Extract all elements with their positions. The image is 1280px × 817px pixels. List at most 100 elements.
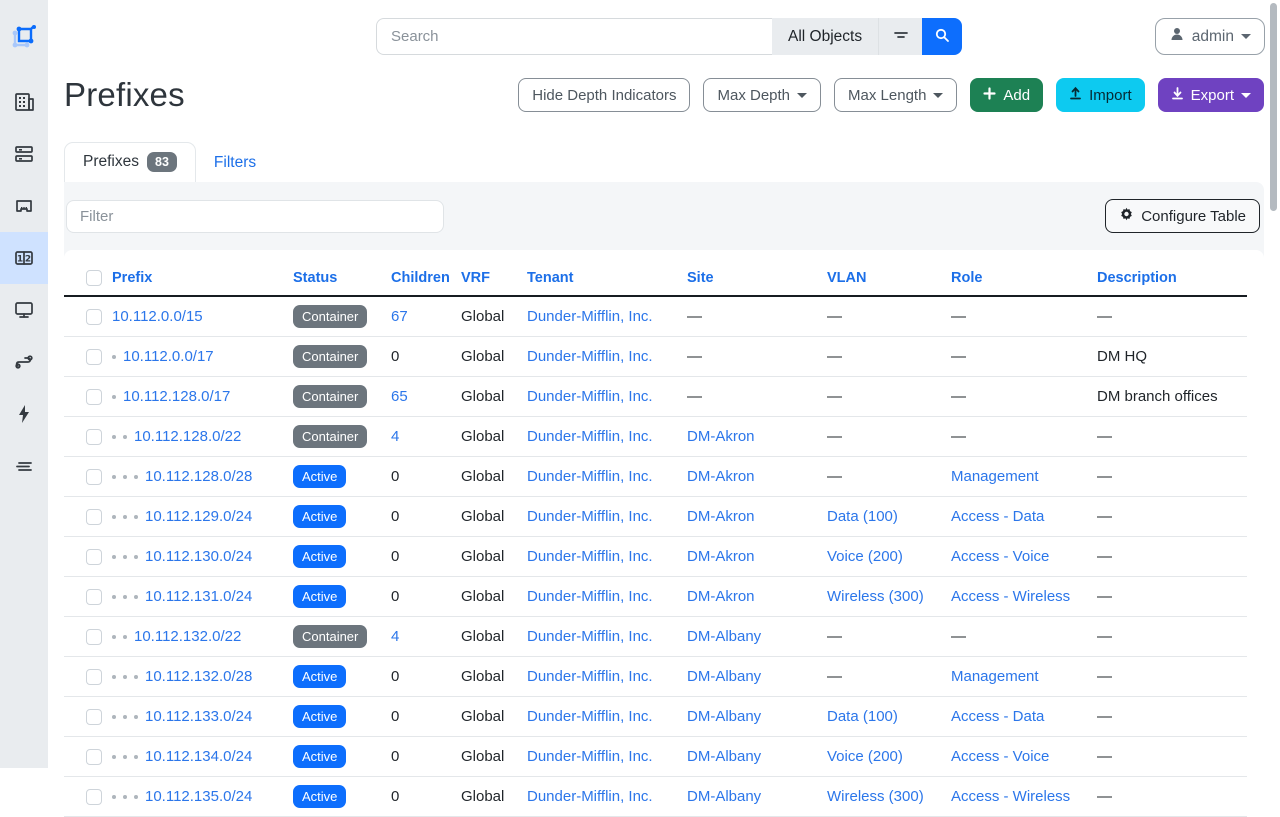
- row-checkbox[interactable]: [86, 349, 102, 365]
- tenant-link[interactable]: Dunder-Mifflin, Inc.: [527, 348, 653, 365]
- user-menu-button[interactable]: admin: [1155, 18, 1265, 55]
- tenant-link[interactable]: Dunder-Mifflin, Inc.: [527, 748, 653, 765]
- tenant-link[interactable]: Dunder-Mifflin, Inc.: [527, 468, 653, 485]
- vlan-cell[interactable]: Data (100): [827, 708, 898, 725]
- import-button[interactable]: Import: [1056, 78, 1145, 112]
- tenant-link[interactable]: Dunder-Mifflin, Inc.: [527, 708, 653, 725]
- column-header-description[interactable]: Description: [1097, 270, 1177, 286]
- prefix-link[interactable]: 10.112.131.0/24: [145, 588, 252, 605]
- vlan-cell[interactable]: Wireless (300): [827, 588, 924, 605]
- column-header-status[interactable]: Status: [293, 270, 337, 286]
- hide-depth-indicators-button[interactable]: Hide Depth Indicators: [518, 78, 690, 112]
- search-submit-button[interactable]: [922, 18, 962, 55]
- tenant-link[interactable]: Dunder-Mifflin, Inc.: [527, 588, 653, 605]
- prefix-link[interactable]: 10.112.128.0/22: [134, 428, 241, 445]
- site-cell[interactable]: DM-Albany: [687, 668, 761, 685]
- site-cell[interactable]: DM-Akron: [687, 508, 755, 525]
- tenant-link[interactable]: Dunder-Mifflin, Inc.: [527, 508, 653, 525]
- role-cell[interactable]: Access - Wireless: [951, 588, 1070, 605]
- sidebar-item-ipam[interactable]: 12: [0, 232, 48, 284]
- prefix-link[interactable]: 10.112.132.0/22: [134, 628, 241, 645]
- children-count-link[interactable]: 67: [391, 308, 408, 325]
- netbox-logo-icon[interactable]: [0, 0, 48, 76]
- site-cell[interactable]: DM-Akron: [687, 468, 755, 485]
- prefix-link[interactable]: 10.112.134.0/24: [145, 748, 252, 765]
- tenant-link[interactable]: Dunder-Mifflin, Inc.: [527, 788, 653, 805]
- configure-table-button[interactable]: Configure Table: [1105, 199, 1260, 233]
- children-count-link[interactable]: 65: [391, 388, 408, 405]
- column-header-tenant[interactable]: Tenant: [527, 270, 573, 286]
- prefix-link[interactable]: 10.112.128.0/28: [145, 468, 252, 485]
- column-header-prefix[interactable]: Prefix: [112, 270, 152, 286]
- max-length-dropdown[interactable]: Max Length: [834, 78, 957, 112]
- site-cell[interactable]: DM-Akron: [687, 548, 755, 565]
- role-cell[interactable]: Access - Wireless: [951, 788, 1070, 805]
- search-filter-button[interactable]: [878, 18, 922, 55]
- sidebar-item-virtualization[interactable]: [0, 284, 48, 336]
- row-checkbox[interactable]: [86, 749, 102, 765]
- site-cell[interactable]: DM-Albany: [687, 628, 761, 645]
- export-dropdown[interactable]: Export: [1158, 78, 1264, 112]
- sidebar-item-connections[interactable]: [0, 180, 48, 232]
- sidebar-item-organization[interactable]: [0, 76, 48, 128]
- row-checkbox[interactable]: [86, 789, 102, 805]
- column-header-vrf[interactable]: VRF: [461, 270, 490, 286]
- sidebar-item-devices[interactable]: [0, 128, 48, 180]
- role-cell[interactable]: Management: [951, 668, 1039, 685]
- column-header-children[interactable]: Children: [391, 270, 450, 286]
- row-checkbox[interactable]: [86, 389, 102, 405]
- prefix-link[interactable]: 10.112.0.0/17: [123, 348, 214, 365]
- table-filter-input[interactable]: [66, 200, 444, 233]
- tenant-link[interactable]: Dunder-Mifflin, Inc.: [527, 428, 653, 445]
- tenant-link[interactable]: Dunder-Mifflin, Inc.: [527, 388, 653, 405]
- vlan-cell[interactable]: Data (100): [827, 508, 898, 525]
- prefix-link[interactable]: 10.112.128.0/17: [123, 388, 230, 405]
- column-header-vlan[interactable]: VLAN: [827, 270, 866, 286]
- vlan-cell[interactable]: Voice (200): [827, 748, 903, 765]
- vlan-cell[interactable]: Wireless (300): [827, 788, 924, 805]
- prefix-link[interactable]: 10.112.129.0/24: [145, 508, 252, 525]
- prefix-link[interactable]: 10.112.130.0/24: [145, 548, 252, 565]
- sidebar-item-circuits[interactable]: [0, 336, 48, 388]
- site-cell[interactable]: DM-Akron: [687, 588, 755, 605]
- max-depth-dropdown[interactable]: Max Depth: [703, 78, 821, 112]
- prefix-link[interactable]: 10.112.133.0/24: [145, 708, 252, 725]
- sidebar-item-power[interactable]: [0, 388, 48, 440]
- role-cell[interactable]: Access - Voice: [951, 748, 1049, 765]
- role-cell[interactable]: Management: [951, 468, 1039, 485]
- prefix-link[interactable]: 10.112.0.0/15: [112, 308, 203, 325]
- tenant-link[interactable]: Dunder-Mifflin, Inc.: [527, 668, 653, 685]
- column-header-role[interactable]: Role: [951, 270, 982, 286]
- site-cell[interactable]: DM-Albany: [687, 708, 761, 725]
- prefix-link[interactable]: 10.112.135.0/24: [145, 788, 252, 805]
- search-input[interactable]: [376, 18, 772, 55]
- row-checkbox[interactable]: [86, 469, 102, 485]
- prefix-link[interactable]: 10.112.132.0/28: [145, 668, 252, 685]
- children-count-link[interactable]: 4: [391, 628, 399, 645]
- row-checkbox[interactable]: [86, 589, 102, 605]
- site-cell[interactable]: DM-Akron: [687, 428, 755, 445]
- row-checkbox[interactable]: [86, 669, 102, 685]
- site-cell[interactable]: DM-Albany: [687, 748, 761, 765]
- children-count-link[interactable]: 4: [391, 428, 399, 445]
- column-header-site[interactable]: Site: [687, 270, 714, 286]
- tenant-link[interactable]: Dunder-Mifflin, Inc.: [527, 628, 653, 645]
- vertical-scrollbar[interactable]: [1270, 3, 1277, 211]
- row-checkbox[interactable]: [86, 509, 102, 525]
- role-cell[interactable]: Access - Data: [951, 508, 1044, 525]
- tab-prefixes[interactable]: Prefixes 83: [64, 142, 196, 182]
- row-checkbox[interactable]: [86, 429, 102, 445]
- row-checkbox[interactable]: [86, 309, 102, 325]
- search-scope-button[interactable]: All Objects: [772, 18, 878, 55]
- vlan-cell[interactable]: Voice (200): [827, 548, 903, 565]
- role-cell[interactable]: Access - Voice: [951, 548, 1049, 565]
- select-all-checkbox[interactable]: [86, 270, 102, 286]
- row-checkbox[interactable]: [86, 629, 102, 645]
- row-checkbox[interactable]: [86, 549, 102, 565]
- add-button[interactable]: Add: [970, 78, 1043, 112]
- tab-filters[interactable]: Filters: [196, 145, 274, 182]
- row-checkbox[interactable]: [86, 709, 102, 725]
- tenant-link[interactable]: Dunder-Mifflin, Inc.: [527, 548, 653, 565]
- role-cell[interactable]: Access - Data: [951, 708, 1044, 725]
- sidebar-item-provisioning[interactable]: [0, 440, 48, 492]
